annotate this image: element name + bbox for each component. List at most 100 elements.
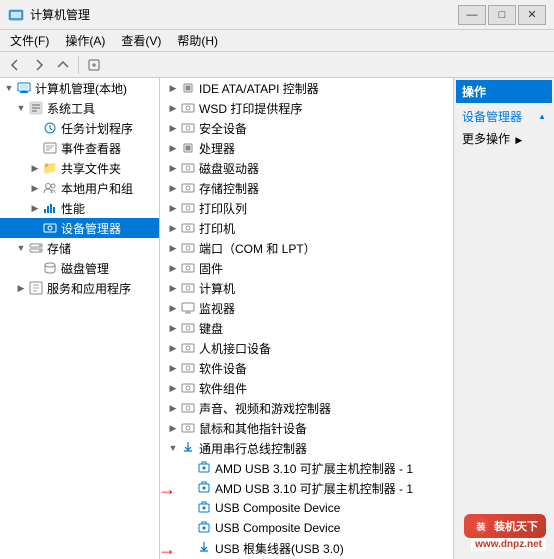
device-expand[interactable]: ▶ xyxy=(166,381,180,395)
device-type-icon xyxy=(196,500,212,516)
device-expand[interactable]: ▶ xyxy=(166,181,180,195)
toolbar-action1[interactable] xyxy=(83,54,105,76)
device-item[interactable]: ▶ 打印队列 xyxy=(160,198,453,218)
device-item[interactable]: ▶ 软件设备 xyxy=(160,358,453,378)
tree-item-event[interactable]: 事件查看器 xyxy=(0,138,159,158)
device-item[interactable]: ▶ 安全设备 xyxy=(160,118,453,138)
device-item[interactable]: ▶ 计算机 xyxy=(160,278,453,298)
app-icon xyxy=(8,7,24,23)
device-item[interactable]: AMD USB 3.10 可扩展主机控制器 - 1 xyxy=(160,478,453,498)
tree-expand-root[interactable]: ▼ xyxy=(2,81,16,95)
device-label: 人机接口设备 xyxy=(199,340,271,357)
device-type-icon xyxy=(180,300,196,316)
device-item[interactable]: ▶ 处理器 xyxy=(160,138,453,158)
device-expand[interactable]: ▶ xyxy=(166,341,180,355)
menu-file[interactable]: 文件(F) xyxy=(4,30,55,51)
device-expand[interactable] xyxy=(182,521,196,535)
tree-expand-storage[interactable]: ▼ xyxy=(14,241,28,255)
device-item[interactable]: AMD USB 3.10 可扩展主机控制器 - 1 xyxy=(160,458,453,478)
tree-root-label: 计算机管理(本地) xyxy=(35,80,127,97)
device-label: 声音、视频和游戏控制器 xyxy=(199,400,331,417)
tree-item-task[interactable]: 任务计划程序 xyxy=(0,118,159,138)
device-expand[interactable]: ▶ xyxy=(166,361,180,375)
device-item[interactable]: ▶ 端口（COM 和 LPT） xyxy=(160,238,453,258)
tree-expand-shared[interactable]: ▶ xyxy=(28,161,42,175)
tree-expand-perf[interactable]: ▶ xyxy=(28,201,42,215)
tree-item-users[interactable]: ▶ 本地用户和组 xyxy=(0,178,159,198)
maximize-button[interactable]: □ xyxy=(488,5,516,25)
device-item[interactable]: ▶ 监视器 xyxy=(160,298,453,318)
device-label: 监视器 xyxy=(199,300,235,317)
left-panel: ▼ 计算机管理(本地) ▼ 系统工具 xyxy=(0,78,160,559)
tree-item-device-manager[interactable]: 设备管理器 xyxy=(0,218,159,238)
device-item[interactable]: ▶ 存储控制器 xyxy=(160,178,453,198)
device-item[interactable]: ▶ IDE ATA/ATAPI 控制器 xyxy=(160,78,453,98)
device-expand[interactable]: ▶ xyxy=(166,241,180,255)
close-button[interactable]: ✕ xyxy=(518,5,546,25)
device-item[interactable]: USB Composite Device xyxy=(160,498,453,518)
device-type-icon xyxy=(180,200,196,216)
device-item[interactable]: ▶ 声音、视频和游戏控制器 xyxy=(160,398,453,418)
menu-view[interactable]: 查看(V) xyxy=(115,30,167,51)
device-item[interactable]: ▶ 磁盘驱动器 xyxy=(160,158,453,178)
tree-item-perf[interactable]: ▶ 性能 xyxy=(0,198,159,218)
device-expand[interactable]: ▶ xyxy=(166,201,180,215)
tree-item-storage[interactable]: ▼ 存储 xyxy=(0,238,159,258)
device-expand[interactable]: ▶ xyxy=(166,421,180,435)
device-label: 计算机 xyxy=(199,280,235,297)
tree-noexpand-disk xyxy=(28,261,42,275)
device-expand[interactable] xyxy=(182,501,196,515)
device-expand[interactable]: ▶ xyxy=(166,101,180,115)
device-label: 软件组件 xyxy=(199,380,247,397)
device-item[interactable]: ▶ 鼠标和其他指针设备 xyxy=(160,418,453,438)
action-device-manager[interactable]: 设备管理器 ▲ xyxy=(456,105,552,128)
tree-item-services[interactable]: ▶ 服务和应用程序 xyxy=(0,278,159,298)
device-type-icon xyxy=(180,120,196,136)
title-bar-left: 计算机管理 xyxy=(8,6,90,23)
toolbar-forward[interactable] xyxy=(28,54,50,76)
task-icon xyxy=(42,120,58,136)
tree-noexpand-event xyxy=(28,141,42,155)
minimize-button[interactable]: — xyxy=(458,5,486,25)
device-item[interactable]: ▶ 人机接口设备 xyxy=(160,338,453,358)
tree-item-disk[interactable]: 磁盘管理 xyxy=(0,258,159,278)
device-expand[interactable]: ▶ xyxy=(166,301,180,315)
tree-item-system-tools[interactable]: ▼ 系统工具 xyxy=(0,98,159,118)
menu-help[interactable]: 帮助(H) xyxy=(171,30,224,51)
toolbar-back[interactable] xyxy=(4,54,26,76)
device-expand[interactable]: ▶ xyxy=(166,161,180,175)
device-type-icon xyxy=(180,220,196,236)
device-label: 存储控制器 xyxy=(199,180,259,197)
device-expand[interactable] xyxy=(182,461,196,475)
device-expand[interactable] xyxy=(182,541,196,555)
device-item[interactable]: USB Composite Device xyxy=(160,518,453,538)
device-item[interactable]: ▶ WSD 打印提供程序 xyxy=(160,98,453,118)
device-label: WSD 打印提供程序 xyxy=(199,100,302,117)
tree-item-shared[interactable]: ▶ 📁 共享文件夹 xyxy=(0,158,159,178)
device-expand[interactable]: ▶ xyxy=(166,401,180,415)
device-expand[interactable]: ▶ xyxy=(166,81,180,95)
tree-expand-1[interactable]: ▼ xyxy=(14,101,28,115)
device-expand[interactable]: ▶ xyxy=(166,321,180,335)
action-more[interactable]: 更多操作 ▶ xyxy=(456,128,552,149)
device-item[interactable]: ▼ 通用串行总线控制器 xyxy=(160,438,453,458)
tree-expand-services[interactable]: ▶ xyxy=(14,281,28,295)
services-icon xyxy=(28,280,44,296)
menu-action[interactable]: 操作(A) xyxy=(59,30,111,51)
device-item[interactable]: USB 根集线器(USB 3.0) xyxy=(160,538,453,558)
device-expand[interactable]: ▶ xyxy=(166,141,180,155)
device-item[interactable]: ▶ 键盘 xyxy=(160,318,453,338)
device-item[interactable]: ▶ 固件 xyxy=(160,258,453,278)
device-expand[interactable] xyxy=(182,481,196,495)
device-item[interactable]: ▶ 软件组件 xyxy=(160,378,453,398)
tree-expand-users[interactable]: ▶ xyxy=(28,181,42,195)
device-expand[interactable]: ▶ xyxy=(166,221,180,235)
device-expand[interactable]: ▶ xyxy=(166,261,180,275)
tree-root[interactable]: ▼ 计算机管理(本地) xyxy=(0,78,159,98)
device-type-icon xyxy=(180,260,196,276)
device-item[interactable]: ▶ 打印机 xyxy=(160,218,453,238)
device-expand[interactable]: ▶ xyxy=(166,281,180,295)
device-expand[interactable]: ▶ xyxy=(166,121,180,135)
device-expand[interactable]: ▼ xyxy=(166,441,180,455)
toolbar-up[interactable] xyxy=(52,54,74,76)
